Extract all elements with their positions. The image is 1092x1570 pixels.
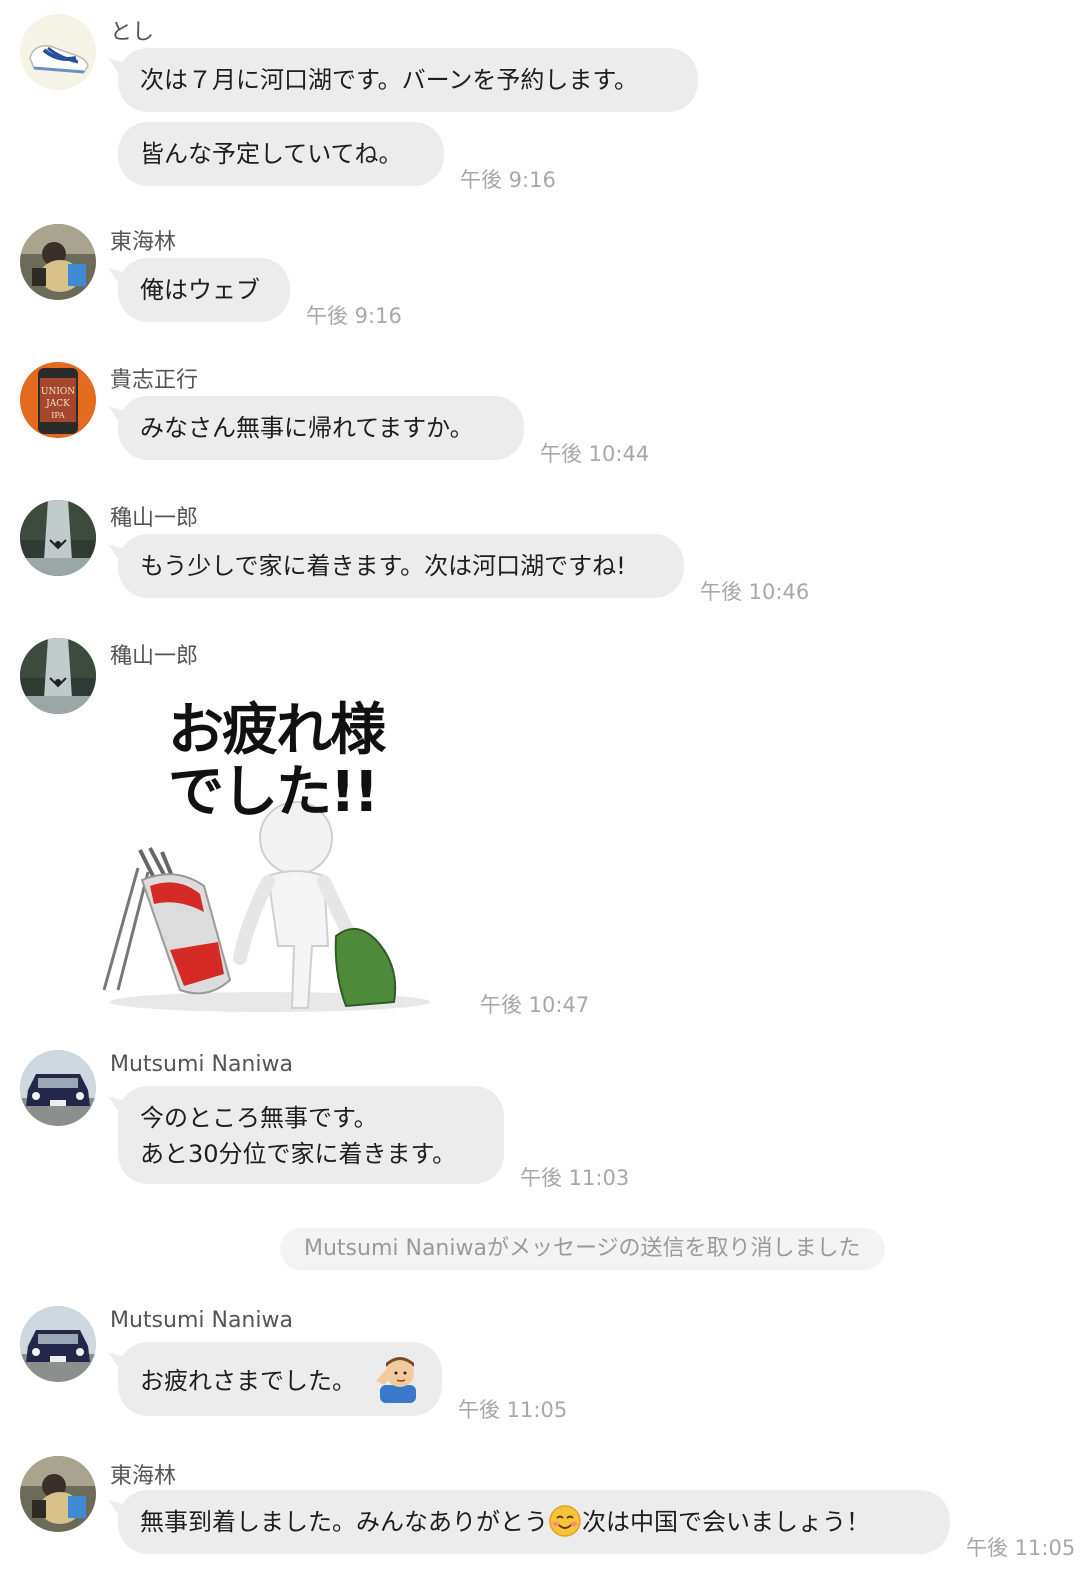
- svg-text:UNION: UNION: [41, 387, 75, 397]
- sender-name: Mutsumi Naniwa: [110, 1308, 293, 1333]
- message-time: 午後 11:03: [520, 1166, 630, 1190]
- child-photo-avatar-icon[interactable]: [20, 1456, 96, 1532]
- svg-text:IPA: IPA: [51, 411, 65, 420]
- sneaker-avatar-icon[interactable]: [20, 14, 96, 90]
- message-bubble[interactable]: 次は７月に河口湖です。バーンを予約します。: [118, 48, 698, 112]
- message-time: 午後 10:44: [540, 442, 650, 466]
- message-line: 今のところ無事です。: [140, 1104, 378, 1132]
- sender-name: 穐山一郎: [110, 644, 199, 669]
- unsend-notice: Mutsumi Naniwaがメッセージの送信を取り消しました: [280, 1228, 885, 1270]
- classic-car-avatar-icon[interactable]: [20, 1050, 96, 1126]
- sender-name: 東海林: [110, 1464, 177, 1489]
- message-bubble[interactable]: お疲れさまでした。: [118, 1342, 442, 1416]
- sender-name: Mutsumi Naniwa: [110, 1052, 293, 1077]
- message-bubble[interactable]: 皆んな予定していてね。: [118, 122, 444, 186]
- message-time: 午後 10:47: [480, 993, 590, 1017]
- message-bubble[interactable]: 俺はウェブ: [118, 258, 290, 322]
- child-photo-avatar-icon[interactable]: [20, 224, 96, 300]
- sender-name: 穐山一郎: [110, 506, 199, 531]
- sender-name: とし: [110, 20, 155, 45]
- sender-name: 貴志正行: [110, 368, 199, 393]
- message-line: あと30分位で家に着きます。: [140, 1140, 457, 1168]
- beer-can-avatar-icon[interactable]: UNION JACK IPA: [20, 362, 96, 438]
- message-time: 午後 11:05: [966, 1536, 1076, 1560]
- message-time: 午後 11:05: [458, 1398, 568, 1422]
- message-text: お疲れさまでした。: [140, 1367, 356, 1395]
- smile-emoji-icon: [549, 1505, 581, 1537]
- waterfall-avatar-icon[interactable]: [20, 500, 96, 576]
- message-bubble[interactable]: 今のところ無事です。 あと30分位で家に着きます。: [118, 1086, 504, 1184]
- message-text: 無事到着しました。みんなありがとう: [140, 1508, 548, 1536]
- waterfall-avatar-icon[interactable]: [20, 638, 96, 714]
- salute-man-emoji-icon: [375, 1357, 416, 1403]
- classic-car-avatar-icon[interactable]: [20, 1306, 96, 1382]
- message-time: 午後 9:16: [306, 304, 402, 328]
- svg-text:JACK: JACK: [45, 399, 70, 409]
- message-text: 次は中国で会いましょう！: [582, 1508, 870, 1536]
- message-time: 午後 9:16: [460, 168, 556, 192]
- message-bubble[interactable]: もう少しで家に着きます。次は河口湖ですね!: [118, 534, 684, 598]
- message-bubble[interactable]: みなさん無事に帰れてますか。: [118, 396, 524, 460]
- sender-name: 東海林: [110, 230, 177, 255]
- message-time: 午後 10:46: [700, 580, 810, 604]
- message-bubble[interactable]: 無事到着しました。みんなありがとう 次は中国で会いましょう！: [118, 1490, 950, 1554]
- sticker-caption: お疲れ様 でした!!: [168, 698, 386, 825]
